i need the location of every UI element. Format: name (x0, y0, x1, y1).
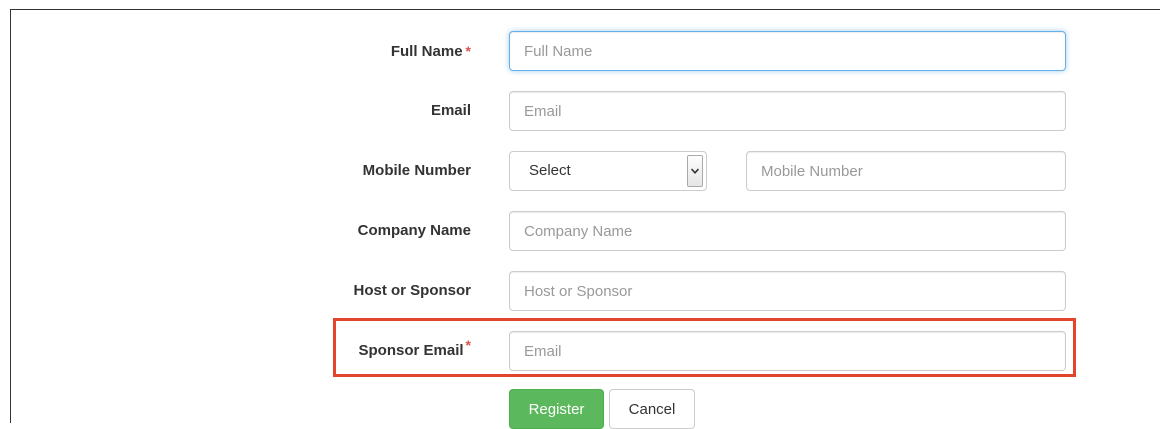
company-name-input[interactable] (509, 211, 1066, 251)
host-or-sponsor-input[interactable] (509, 271, 1066, 311)
chevron-down-icon[interactable] (687, 155, 703, 187)
email-row: Email (0, 91, 1160, 131)
register-button[interactable]: Register (509, 389, 604, 429)
full-name-input[interactable] (509, 31, 1066, 71)
cancel-button[interactable]: Cancel (609, 389, 695, 429)
company-row: Company Name (0, 211, 1160, 251)
country-code-select[interactable]: Select (509, 151, 707, 191)
required-asterisk: * (465, 337, 471, 353)
mobile-number-input[interactable] (746, 151, 1066, 191)
mobile-row: Mobile Number Select (0, 151, 1160, 191)
sponsor-email-label: Sponsor Email * (358, 337, 471, 359)
full-name-row: Full Name * (0, 31, 1160, 71)
required-asterisk: * (465, 43, 471, 59)
full-name-label: Full Name * (390, 43, 471, 60)
email-input[interactable] (509, 91, 1066, 131)
host-row: Host or Sponsor (0, 271, 1160, 311)
email-label: Email (430, 102, 471, 119)
sponsor-email-row: Sponsor Email * (0, 331, 1160, 371)
host-or-sponsor-label: Host or Sponsor (353, 282, 471, 299)
company-name-label: Company Name (357, 222, 471, 239)
sponsor-email-input[interactable] (509, 331, 1066, 371)
country-code-select-value: Select (529, 162, 571, 179)
mobile-number-label: Mobile Number (362, 162, 471, 179)
